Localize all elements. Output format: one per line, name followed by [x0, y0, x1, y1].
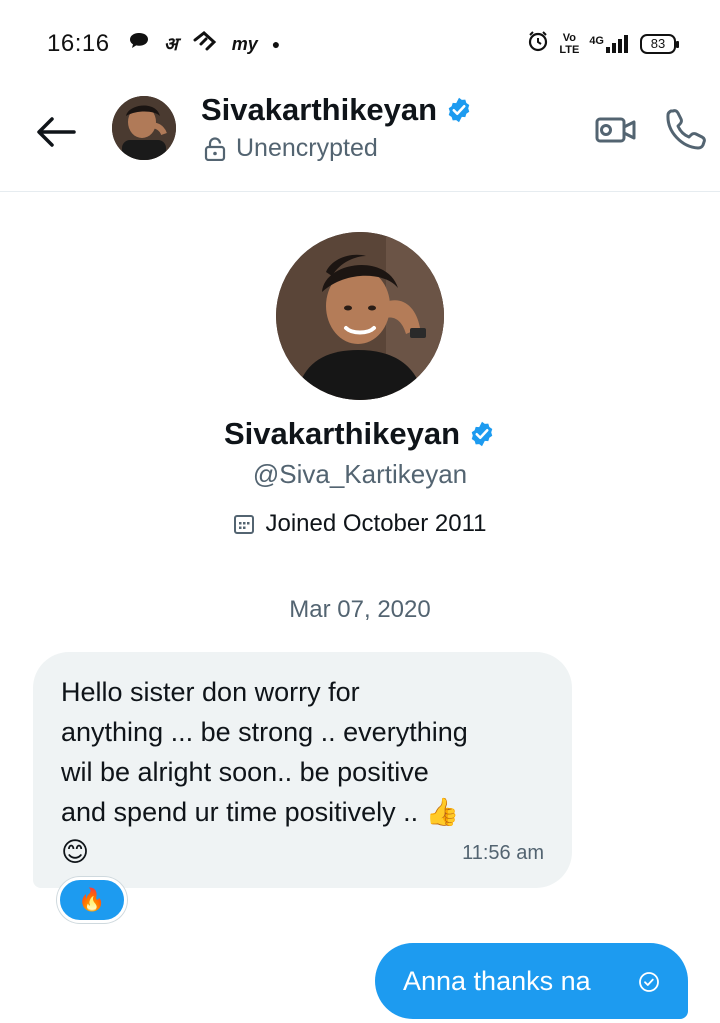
rapido-icon	[192, 30, 218, 58]
calendar-icon	[234, 515, 255, 534]
voice-call-button[interactable]	[664, 106, 708, 150]
status-bar: 16:16 अ my ● Vo LTE 4G 83	[0, 0, 720, 88]
battery-icon: 83	[640, 33, 679, 54]
avatar[interactable]	[112, 96, 176, 160]
more-notifications-dot-icon: ●	[271, 36, 281, 52]
profile-avatar[interactable]	[276, 232, 444, 400]
profile-handle[interactable]: @Siva_Kartikeyan	[0, 459, 720, 490]
unlock-icon	[204, 136, 226, 161]
conversation-title: Sivakarthikeyan	[201, 92, 438, 127]
back-button[interactable]	[34, 110, 78, 154]
conversation-header: Sivakarthikeyan Unencrypted	[0, 88, 720, 192]
fire-emoji-icon: 🔥	[78, 887, 106, 912]
message-bubble-outgoing[interactable]: Anna thanks na	[375, 943, 688, 1019]
signal-icon: 4G	[589, 34, 630, 53]
status-time: 16:16	[47, 30, 110, 57]
date-separator: Mar 07, 2020	[289, 596, 431, 623]
message-timestamp: 11:56 am	[462, 842, 544, 864]
encryption-status: Unencrypted	[236, 134, 378, 162]
verified-badge-icon	[471, 421, 493, 447]
alarm-icon	[527, 30, 549, 57]
sent-check-icon	[639, 972, 659, 992]
arrow-left-icon	[37, 117, 76, 147]
message-bubble-incoming[interactable]: Hello sister don worry for anything ... …	[33, 652, 572, 888]
myntra-icon: my	[231, 33, 258, 54]
video-call-button[interactable]	[594, 108, 638, 152]
joined-date: Joined October 2011	[265, 510, 487, 537]
phone-icon	[666, 109, 706, 150]
app-notification-icon: अ	[164, 34, 178, 54]
message-text: Anna thanks na	[403, 965, 591, 996]
volte-icon: Vo LTE	[559, 31, 580, 56]
message-reaction[interactable]: 🔥	[57, 877, 127, 923]
profile-name: Sivakarthikeyan	[223, 416, 461, 451]
verified-badge-icon	[448, 97, 470, 123]
video-camera-icon	[595, 117, 636, 143]
chat-bubble-icon	[128, 31, 150, 57]
